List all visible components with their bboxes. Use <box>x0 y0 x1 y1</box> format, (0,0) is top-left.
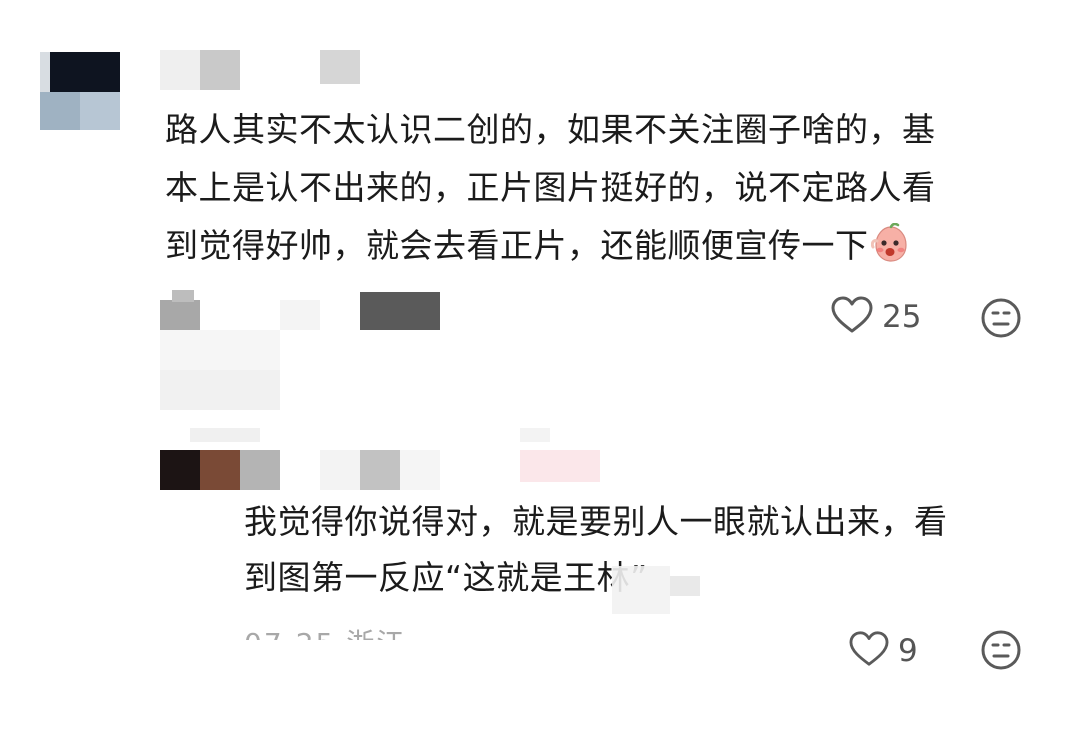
like-count: 25 <box>882 299 922 335</box>
heart-outline-icon <box>848 630 890 672</box>
neutral-face-icon[interactable] <box>980 297 1022 343</box>
avatar[interactable] <box>40 52 120 130</box>
comment-like-row: 25 <box>830 295 921 339</box>
like-button[interactable]: 25 <box>830 295 921 339</box>
like-count: 9 <box>898 633 918 669</box>
reply-like-row: 9 <box>848 630 918 672</box>
like-button[interactable]: 9 <box>848 630 918 672</box>
heart-outline-icon <box>830 295 874 339</box>
reply-timestamp: 07-25 浙江 <box>244 624 406 640</box>
comment-line: 本上是认不出来的，正片图片挺好的，说不定路人看 <box>165 168 936 207</box>
blushing-peach-face-icon <box>870 222 911 263</box>
comment-body: 路人其实不太认识二创的，如果不关注圈子啥的，基 本上是认不出来的，正片图片挺好的… <box>165 101 1045 275</box>
comment-line: 路人其实不太认识二创的，如果不关注圈子啥的，基 <box>165 110 936 149</box>
neutral-face-icon[interactable] <box>980 629 1022 675</box>
reply-line: 我觉得你说得对，就是要别人一眼就认出来，看 <box>244 502 948 541</box>
comment-line: 到觉得好帅，就会去看正片，还能顺便宣传一下 <box>165 217 1045 275</box>
